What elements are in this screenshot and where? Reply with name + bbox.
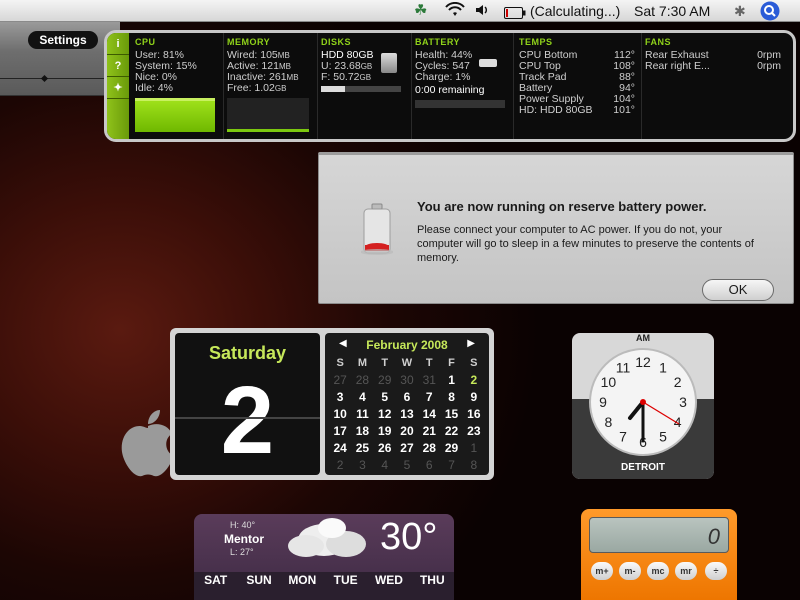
fan-row: Rear right E... 0rpm bbox=[645, 60, 781, 72]
temps-section: TEMPS CPU Bottom 112° CPU Top 108° Track P… bbox=[519, 37, 635, 116]
battery-alert-dialog: You are now running on reserve battery p… bbox=[318, 152, 794, 304]
forecast-day: MON bbox=[288, 573, 317, 587]
clock-numeral: 2 bbox=[674, 374, 682, 390]
hard-drive-icon bbox=[381, 53, 397, 73]
clock-ampm: AM bbox=[636, 333, 650, 343]
leaf-menu-extra-icon[interactable]: ☘ bbox=[414, 2, 427, 20]
cloudy-icon bbox=[284, 514, 374, 564]
next-month-icon[interactable]: ▶ bbox=[467, 338, 475, 349]
weather-low: L: 27° bbox=[230, 547, 254, 557]
calculator-display: 0 bbox=[589, 517, 729, 553]
forecast-day: TUE bbox=[333, 573, 358, 587]
calendar-day-name: Saturday bbox=[208, 343, 287, 363]
disk-free: F: 50.72 bbox=[321, 71, 360, 83]
calendar-grid: SMTWTFS 27 28 29 30 31 1 2 3456789 10 11 12 13 14 1… bbox=[329, 355, 485, 474]
disk-usage-bar bbox=[321, 86, 401, 92]
alert-title: You are now running on reserve battery p… bbox=[417, 199, 707, 214]
battery-remaining: 0:00 remaining bbox=[415, 84, 485, 96]
memory-graph bbox=[227, 98, 309, 132]
memory-recall-key[interactable]: mr bbox=[675, 562, 697, 580]
weather-city: Mentor bbox=[224, 532, 264, 546]
battery-charge-bar bbox=[415, 100, 505, 108]
forecast-day: SUN bbox=[246, 573, 272, 587]
battery-header: BATTERY bbox=[415, 37, 460, 47]
ok-button[interactable]: OK bbox=[702, 279, 774, 301]
clock-numeral: 11 bbox=[616, 359, 631, 375]
forecast-day: SAT bbox=[204, 573, 228, 587]
memory-section: MEMORY Wired: 105MB Active: 121MB Inacti… bbox=[227, 37, 315, 132]
clock-numeral: 5 bbox=[659, 429, 667, 445]
clock-face: 121234567891011 bbox=[589, 348, 697, 456]
fans-header: FANS bbox=[645, 37, 672, 47]
cpu-section: CPU User: 81% System: 15% Nice: 0% Idle:… bbox=[135, 37, 221, 132]
battery-section: BATTERY Health: 44% Cycles: 547 Charge: … bbox=[415, 37, 511, 108]
weekday-header-row: SMTWTFS bbox=[336, 357, 478, 369]
weather-forecast-row: SAT SUN MON TUE WED THU bbox=[194, 572, 454, 600]
battery-empty-icon bbox=[360, 203, 394, 255]
disks-header: DISKS bbox=[321, 37, 352, 47]
divide-key[interactable]: ÷ bbox=[705, 562, 727, 580]
info-tab[interactable]: i bbox=[107, 33, 129, 55]
battery-icon[interactable] bbox=[504, 5, 526, 23]
istat-tab-bar: i ? ✦ bbox=[107, 33, 129, 139]
memory-free: Free: 1.02 bbox=[227, 82, 275, 94]
istat-widget: i ? ✦ CPU User: 81% System: 15% Nice: 0%… bbox=[104, 30, 796, 142]
calculator-widget: 0 m+ m- mc mr ÷ bbox=[581, 509, 737, 600]
calendar-today: 2 bbox=[470, 373, 478, 387]
clock-widget[interactable]: AM 121234567891011 DETROIT bbox=[572, 333, 714, 479]
clock-numeral: 7 bbox=[619, 429, 627, 445]
cpu-header: CPU bbox=[135, 37, 156, 47]
cpu-idle: Idle: 4% bbox=[135, 82, 173, 94]
temp-row: HD: HDD 80GB 101° bbox=[519, 104, 635, 116]
menu-bar: ☘ (Calculating...) Sat 7:30 AM ✱ bbox=[0, 0, 800, 22]
weather-high: H: 40° bbox=[230, 520, 256, 530]
memory-add-key[interactable]: m+ bbox=[591, 562, 613, 580]
calculator-value: 0 bbox=[707, 524, 720, 549]
menubar-clock[interactable]: Sat 7:30 AM bbox=[634, 2, 710, 20]
clock-numeral: 3 bbox=[679, 394, 687, 410]
settings-button[interactable]: Settings bbox=[28, 31, 98, 49]
calendar-month-panel: ◀ February 2008 ▶ SMTWTFS 27 28 29 30 31 1 2 3… bbox=[325, 333, 489, 475]
volume-icon[interactable] bbox=[474, 2, 490, 20]
clock-numeral: 12 bbox=[635, 354, 651, 370]
wifi-icon[interactable] bbox=[445, 1, 465, 20]
calendar-week-row: 3456789 bbox=[336, 390, 478, 404]
calendar-week-row: 10 11 12 13 14 15 16 bbox=[333, 407, 481, 421]
clock-numeral: 9 bbox=[599, 394, 607, 410]
memory-subtract-key[interactable]: m- bbox=[619, 562, 641, 580]
bluetooth-icon[interactable]: ✱ bbox=[734, 2, 746, 20]
weather-temperature: 30° bbox=[380, 516, 438, 558]
clock-numeral: 8 bbox=[605, 414, 613, 430]
help-tab[interactable]: ? bbox=[107, 55, 129, 77]
calendar-week-row: 27 28 29 30 31 1 2 bbox=[329, 372, 485, 389]
fans-section: FANS Rear Exhaust 0rpm Rear right E... 0rp… bbox=[645, 37, 781, 72]
memory-header: MEMORY bbox=[227, 37, 271, 47]
temps-header: TEMPS bbox=[519, 37, 553, 47]
disks-section: DISKS HDD 80GB U: 23.68GB F: 50.72GB bbox=[321, 37, 409, 92]
clock-numeral: 10 bbox=[601, 374, 617, 390]
memory-clear-key[interactable]: mc bbox=[647, 562, 669, 580]
pulse-tab[interactable]: ✦ bbox=[107, 77, 129, 99]
calendar-day-number: 2 bbox=[220, 367, 275, 474]
battery-charge: Charge: 1% bbox=[415, 71, 471, 83]
spotlight-search-icon[interactable] bbox=[760, 1, 780, 21]
cpu-graph bbox=[135, 98, 215, 132]
calendar-week-row: 17 18 19 20 21 22 23 bbox=[333, 424, 481, 438]
battery-plug-icon bbox=[479, 59, 497, 67]
battery-status-text[interactable]: (Calculating...) bbox=[530, 2, 620, 20]
forecast-day: THU bbox=[419, 573, 445, 587]
clock-numeral: 1 bbox=[659, 359, 667, 375]
apple-logo bbox=[118, 408, 178, 478]
calendar-widget: Saturday 2 ◀ February 2008 ▶ SMTWTFS 27 2… bbox=[170, 328, 494, 480]
forecast-day: WED bbox=[374, 573, 403, 587]
calendar-day-panel[interactable]: Saturday 2 bbox=[175, 333, 320, 475]
calendar-month-title: February 2008 bbox=[366, 338, 448, 352]
alert-message: Please connect your computer to AC power… bbox=[417, 224, 754, 264]
weather-widget[interactable]: H: 40° Mentor L: 27° 30° SAT SUN MON TUE… bbox=[194, 514, 454, 600]
calendar-week-row: 24 25 26 27 28 29 1 bbox=[333, 441, 478, 455]
clock-city-label: DETROIT bbox=[621, 462, 665, 473]
calendar-week-row: 2345678 bbox=[336, 458, 478, 472]
